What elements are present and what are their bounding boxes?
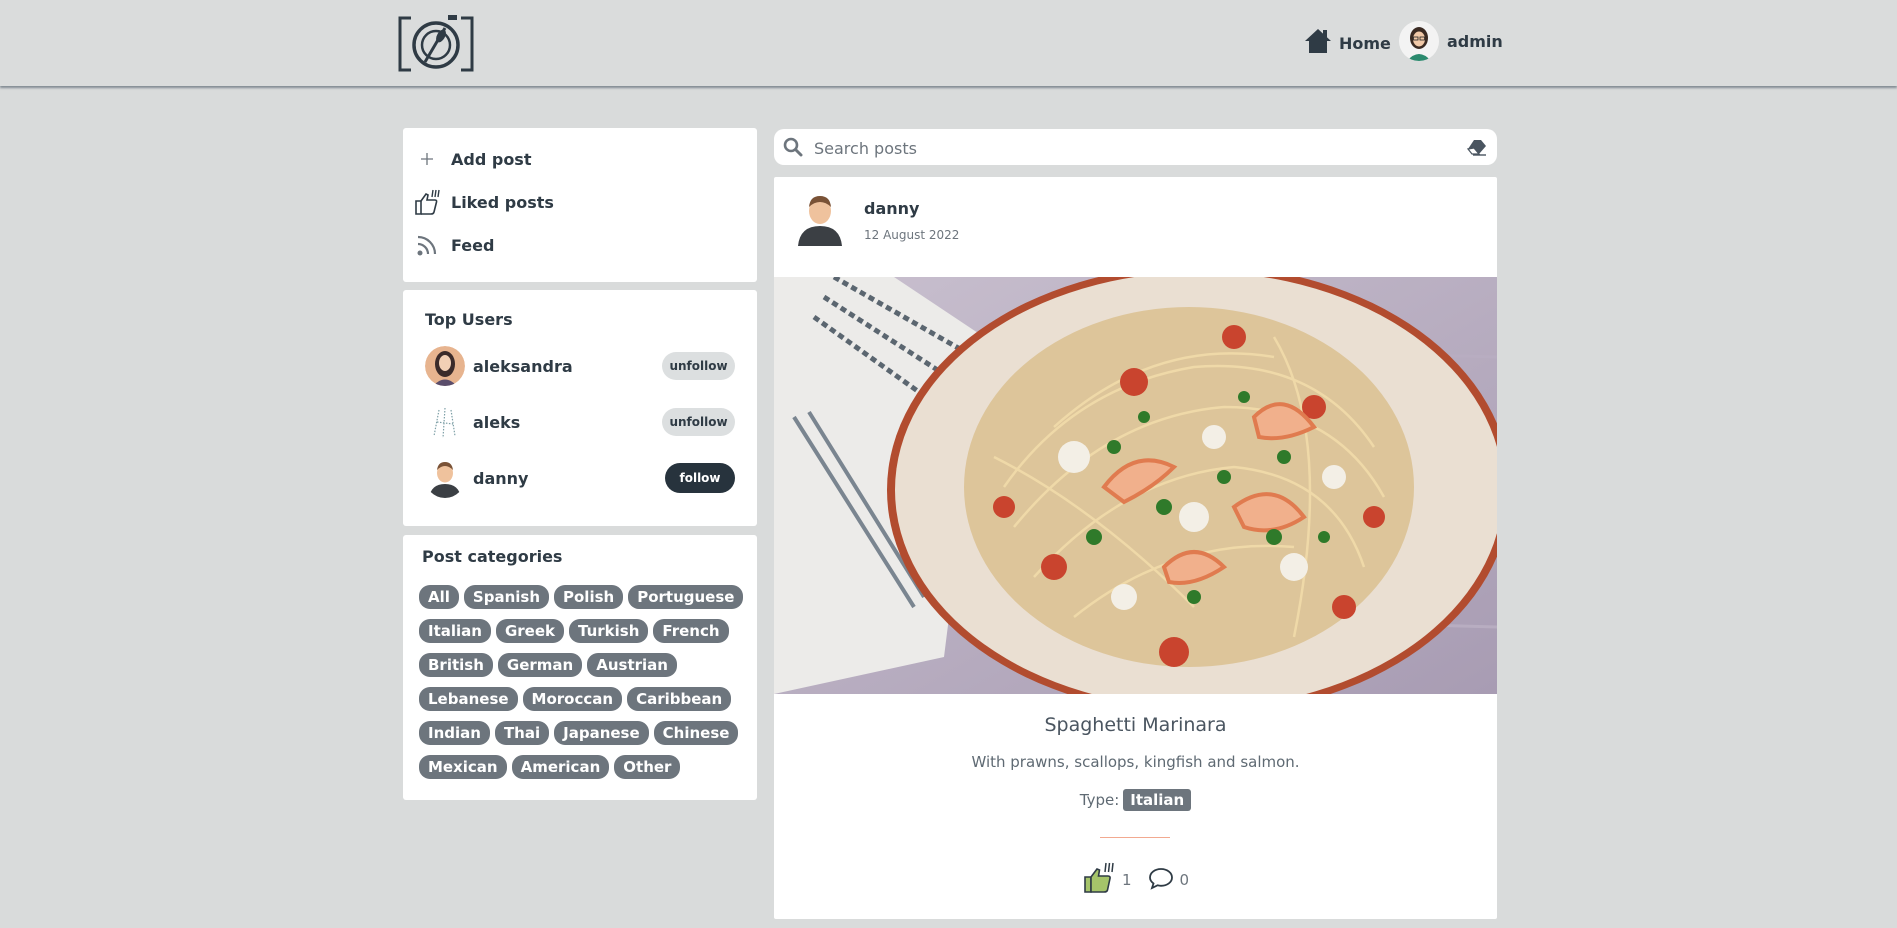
top-navbar: Home admin [0,0,1897,86]
top-users-title: Top Users [425,310,513,329]
nav-user-menu[interactable]: admin [1399,21,1503,61]
home-icon [1303,26,1333,60]
top-user-row: aleksandra unfollow [425,345,735,387]
top-user-name[interactable]: aleksandra [473,357,662,376]
unfollow-button[interactable]: unfollow [662,408,735,436]
category-tag[interactable]: Turkish [569,619,649,643]
category-tag[interactable]: Mexican [419,755,507,779]
category-tag[interactable]: Chinese [653,721,739,745]
post-divider [1100,837,1170,838]
post-title[interactable]: Spaghetti Marinara [774,714,1497,736]
feed-label: Feed [451,235,495,255]
category-tag[interactable]: French [653,619,729,643]
comment-icon[interactable] [1148,866,1174,894]
post-type: Type: Italian [774,789,1497,811]
nav-user-label: admin [1447,31,1503,51]
post-categories-title: Post categories [422,547,563,566]
post-author-name[interactable]: danny [864,199,919,218]
category-tag[interactable]: Other [614,755,681,779]
top-user-name[interactable]: aleks [473,413,662,432]
add-post-label: Add post [451,149,532,169]
post-description: With prawns, scallops, kingfish and salm… [971,753,1300,771]
add-post-link[interactable]: Add post [413,145,531,173]
user-avatar-aleksandra[interactable] [425,346,465,386]
category-tag[interactable]: Italian [419,619,491,643]
category-tag[interactable]: Greek [495,619,565,643]
category-tag[interactable]: British [419,653,493,677]
follow-button[interactable]: follow [665,463,735,493]
like-count: 1 [1121,871,1132,889]
category-tag[interactable]: Thai [494,721,550,745]
nav-home-link[interactable]: Home [1303,26,1391,60]
post-author-avatar[interactable] [796,194,844,246]
category-tag[interactable]: German [497,653,583,677]
comment-count: 0 [1179,871,1190,889]
eraser-icon[interactable] [1466,138,1487,160]
post-card: danny 12 August 2022 Spaghetti Marinara … [774,177,1497,919]
category-tag[interactable]: Caribbean [627,687,732,711]
liked-posts-label: Liked posts [451,192,554,212]
category-tag[interactable]: Spanish [463,585,549,609]
feed-link[interactable]: Feed [413,231,494,259]
rss-feed-icon [413,231,441,259]
nav-home-label: Home [1339,33,1391,53]
top-user-row: aleks unfollow [425,401,735,443]
post-actions-card: Add post Liked posts Feed [403,128,757,282]
liked-posts-link[interactable]: Liked posts [413,188,554,216]
category-tag[interactable]: Portuguese [628,585,744,609]
category-tag[interactable]: Lebanese [419,687,518,711]
category-tags: All Spanish Polish Portuguese Italian Gr… [419,585,749,789]
post-image[interactable] [774,277,1497,694]
search-bar [774,129,1497,167]
post-type-badge[interactable]: Italian [1123,789,1192,811]
post-stats: 1 0 [774,861,1497,899]
category-tag[interactable]: All [419,585,459,609]
top-users-card: Top Users aleksandra unfollow aleks unfo… [403,290,757,526]
unfollow-button[interactable]: unfollow [662,352,735,380]
top-user-name[interactable]: danny [473,469,665,488]
category-tag[interactable]: Austrian [587,653,677,677]
search-input[interactable] [812,129,1456,167]
admin-avatar [1399,21,1439,61]
post-type-label: Type: [1079,791,1120,809]
user-avatar-danny[interactable] [425,458,465,498]
top-user-row: danny follow [425,457,735,499]
thumbs-up-fork-icon [413,188,441,216]
category-tag[interactable]: Indian [419,721,490,745]
category-tag[interactable]: American [511,755,610,779]
user-avatar-aleks[interactable] [425,402,465,442]
category-tag[interactable]: Polish [554,585,624,609]
post-categories-card: Post categories All Spanish Polish Portu… [403,535,757,800]
camera-food-logo[interactable] [397,14,475,72]
search-icon [783,137,803,161]
category-tag[interactable]: Japanese [554,721,649,745]
post-date: 12 August 2022 [864,228,960,242]
category-tag[interactable]: Moroccan [522,687,623,711]
plus-icon [413,145,441,173]
like-thumbs-up-icon[interactable] [1082,861,1116,899]
